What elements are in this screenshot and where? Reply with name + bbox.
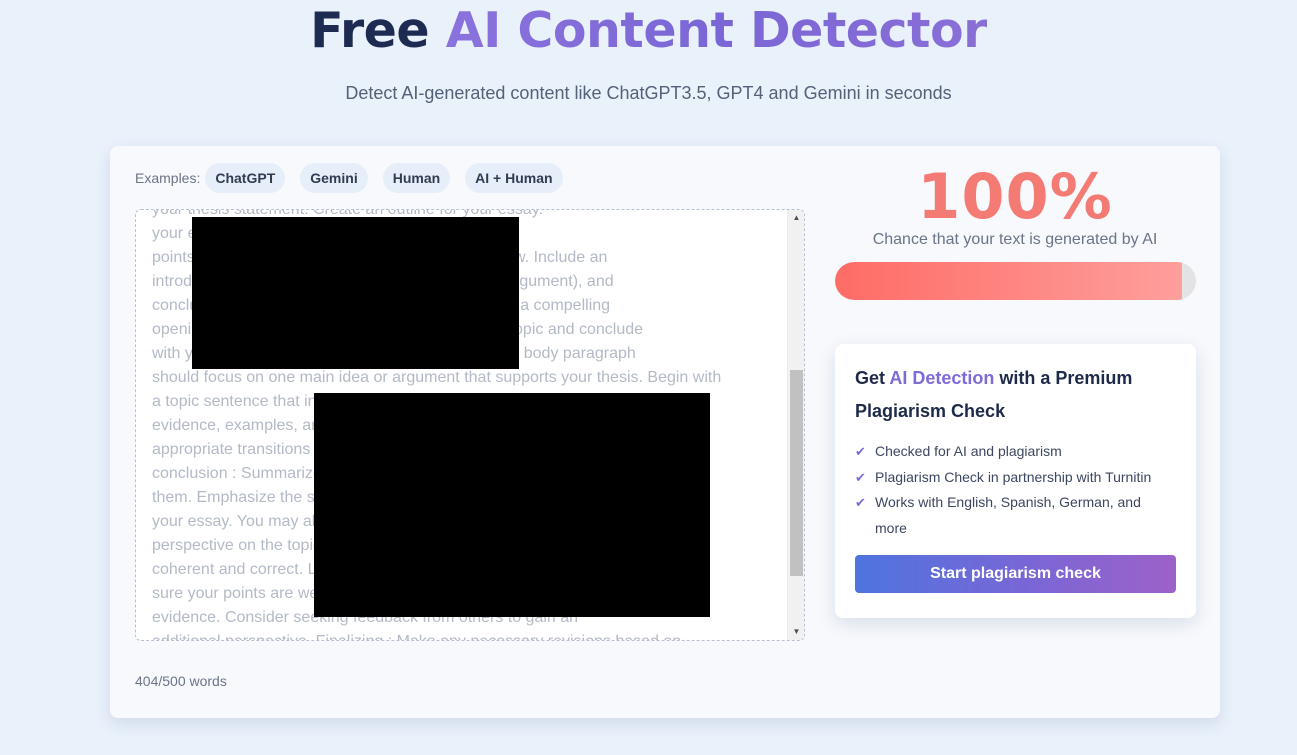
text-input-area[interactable]: your thesis statement. Create an outline…	[135, 209, 805, 641]
editor-scrollbar[interactable]: ▲ ▼	[787, 210, 804, 640]
scroll-down-arrow-icon[interactable]: ▼	[788, 624, 804, 640]
redaction-box	[314, 393, 710, 617]
promo-title: Get AI Detection with a Premium Plagiari…	[855, 362, 1175, 428]
premium-promo-card: Get AI Detection with a Premium Plagiari…	[835, 344, 1196, 618]
ai-probability-meter	[835, 262, 1196, 300]
check-icon: ✔	[855, 444, 866, 459]
check-icon: ✔	[855, 495, 866, 510]
title-ai-content-detector: AI Content Detector	[445, 2, 988, 59]
feature-item: ✔ Works with English, Spanish, German, a…	[855, 490, 1175, 541]
title-free: Free	[310, 2, 430, 59]
example-chip-chatgpt[interactable]: ChatGPT	[205, 163, 286, 193]
redaction-box	[192, 217, 519, 369]
feature-item: ✔ Checked for AI and plagiarism	[855, 439, 1175, 465]
examples-bar: Examples: ChatGPT Gemini Human AI + Huma…	[135, 163, 563, 193]
editor-line: additional perspective. Finalizing : Mak…	[152, 630, 772, 640]
promo-title-pre: Get	[855, 368, 886, 388]
feature-text: Checked for AI and plagiarism	[875, 443, 1062, 459]
editor-line: should focus on one main idea or argumen…	[152, 369, 722, 386]
feature-text: Plagiarism Check in partnership with Tur…	[875, 468, 1152, 485]
feature-text: Works with English, Spanish, German, and…	[875, 494, 1141, 536]
scroll-thumb[interactable]	[790, 370, 803, 576]
ai-score-caption: Chance that your text is generated by AI	[872, 231, 1158, 248]
page-title: Free AI Content Detector	[0, 2, 1297, 59]
examples-label: Examples:	[135, 170, 201, 186]
scroll-up-arrow-icon[interactable]: ▲	[788, 210, 804, 226]
ai-score: 100%	[917, 160, 1113, 233]
start-plagiarism-check-button[interactable]: Start plagiarism check	[855, 555, 1176, 593]
feature-item: ✔ Plagiarism Check in partnership with T…	[855, 465, 1175, 491]
word-count: 404/500 words	[135, 673, 227, 689]
example-chip-ai-human[interactable]: AI + Human	[465, 163, 563, 193]
check-icon: ✔	[855, 469, 866, 485]
page-subtitle: Detect AI-generated content like ChatGPT…	[345, 83, 952, 103]
example-chip-gemini[interactable]: Gemini	[300, 163, 368, 193]
detector-card: Examples: ChatGPT Gemini Human AI + Huma…	[110, 146, 1220, 718]
example-chip-human[interactable]: Human	[382, 163, 451, 193]
feature-list: ✔ Checked for AI and plagiarism ✔ Plagia…	[855, 439, 1175, 541]
promo-title-accent: AI Detection	[889, 368, 995, 388]
ai-probability-meter-fill	[835, 262, 1182, 300]
